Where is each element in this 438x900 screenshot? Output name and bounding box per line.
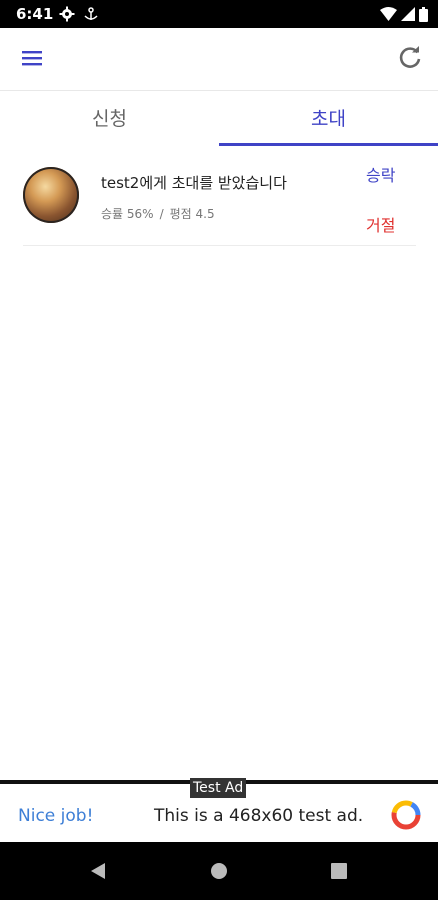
rating: 평점 4.5 [169, 207, 215, 221]
invite-list-item: test2에게 초대를 받았습니다 승률 56% / 평점 4.5 승락 거절 [0, 148, 438, 246]
reject-button[interactable]: 거절 [366, 212, 395, 236]
tab-invite[interactable]: 초대 [219, 92, 438, 146]
tab-apply[interactable]: 신청 [0, 92, 219, 146]
back-icon[interactable] [88, 861, 108, 881]
system-nav-bar [0, 842, 438, 900]
notification-icon [84, 7, 98, 20]
tab-active-indicator [219, 143, 438, 146]
battery-icon [419, 6, 428, 22]
app-bar-divider [0, 90, 438, 91]
accept-button[interactable]: 승락 [366, 162, 395, 186]
invite-stats: 승률 56% / 평점 4.5 [101, 205, 215, 222]
list-divider [23, 245, 416, 246]
status-icons [380, 6, 428, 22]
status-time: 6:41 [16, 5, 54, 23]
ad-label: Test Ad [190, 778, 247, 798]
avatar [23, 167, 79, 223]
wifi-icon [380, 7, 397, 21]
settings-notification-icon [59, 6, 75, 22]
app-bar [0, 28, 438, 88]
stats-separator: / [159, 207, 164, 221]
ad-banner[interactable]: Test Ad Nice job! This is a 468x60 test … [0, 778, 438, 842]
ad-logo-icon[interactable] [390, 799, 422, 831]
win-rate: 승률 56% [101, 207, 154, 221]
invite-message: test2에게 초대를 받았습니다 [101, 174, 287, 192]
ad-body-text: This is a 468x60 test ad. [154, 806, 364, 826]
menu-icon[interactable] [18, 44, 46, 72]
recents-icon[interactable] [331, 863, 347, 879]
refresh-icon[interactable] [396, 44, 424, 72]
ad-headline[interactable]: Nice job! [18, 806, 93, 826]
status-bar: 6:41 [0, 0, 438, 28]
tab-bar: 신청 초대 [0, 92, 438, 146]
home-icon[interactable] [209, 861, 229, 881]
cell-signal-icon [401, 7, 415, 21]
